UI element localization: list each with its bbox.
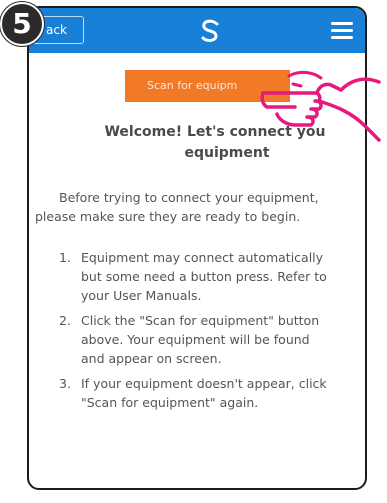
swirl-logo-icon xyxy=(201,19,219,42)
pointing-hand-icon xyxy=(260,70,381,142)
intro-line-1: Before trying to connect your equipment, xyxy=(59,190,319,205)
hamburger-menu-icon[interactable] xyxy=(331,22,353,39)
list-item-line: If your equipment doesn't appear, click xyxy=(81,376,327,391)
intro-paragraph: Before trying to connect your equipment,… xyxy=(35,188,365,226)
back-button-label: ack xyxy=(46,23,67,37)
list-item-line: and appear on screen. xyxy=(81,351,222,366)
list-item: 1. Equipment may connect automatically b… xyxy=(59,248,359,305)
step-number-badge: 5 xyxy=(0,2,44,46)
instruction-list: 1. Equipment may connect automatically b… xyxy=(59,248,359,418)
list-item-number: 2. xyxy=(59,313,71,328)
list-item-line: Click the "Scan for equipment" button xyxy=(81,313,320,328)
list-item-line: above. Your equipment will be found xyxy=(81,332,310,347)
list-item-line: Equipment may connect automatically xyxy=(81,250,324,265)
scan-button-label: Scan for equipm xyxy=(147,79,238,92)
intro-line-2: please make sure they are ready to begin… xyxy=(35,209,301,224)
list-item-number: 3. xyxy=(59,376,71,391)
list-item-line: your User Manuals. xyxy=(81,288,202,303)
list-item: 2. Click the "Scan for equipment" button… xyxy=(59,311,359,368)
list-item-line: "Scan for equipment" again. xyxy=(81,395,259,410)
app-header: ack xyxy=(29,8,365,53)
list-item-line: but some need a button press. Refer to xyxy=(81,269,327,284)
list-item: 3. If your equipment doesn't appear, cli… xyxy=(59,374,359,412)
step-number: 5 xyxy=(12,7,32,40)
list-item-number: 1. xyxy=(59,250,71,265)
